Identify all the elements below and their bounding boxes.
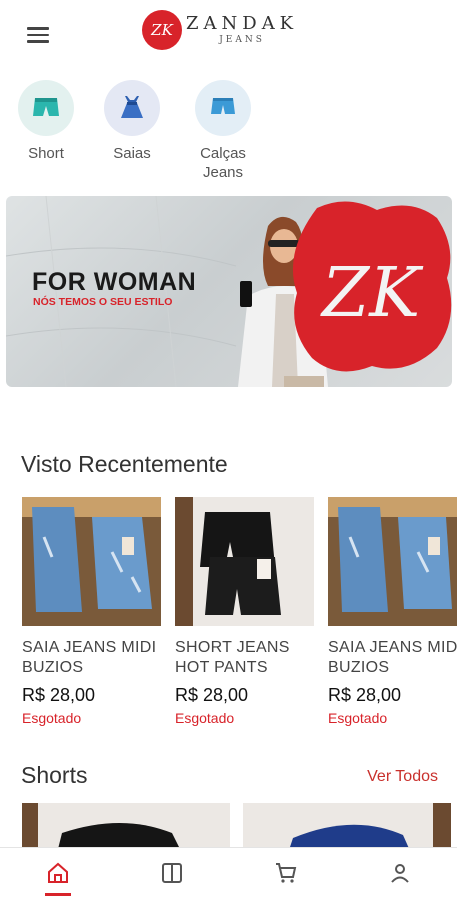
product-image[interactable] (243, 803, 451, 853)
category-calcas-jeans[interactable]: Calças Jeans (183, 80, 263, 182)
logo-seal: ZK (144, 12, 180, 48)
product-card[interactable]: SAIA JEANS MIDI BUZIOS R$ 28,00 Esgotado (22, 497, 161, 726)
app-header: ZK ZANDAK JEANS (0, 0, 457, 68)
home-icon[interactable] (43, 858, 73, 888)
category-saias[interactable]: Saias (92, 80, 172, 163)
banner-title: FOR WOMAN (32, 268, 197, 296)
zk-brand-mark: ZK (292, 201, 452, 372)
category-label: Saias (113, 145, 151, 162)
stock-status: Esgotado (328, 710, 388, 726)
shorts-icon (18, 80, 74, 136)
promo-banner[interactable]: FOR WOMAN NÓS TEMOS O SEU ESTILO ZK (6, 196, 452, 387)
see-all-link[interactable]: Ver Todos (367, 768, 438, 786)
product-image (175, 497, 314, 626)
active-tab-indicator (45, 893, 71, 896)
banner-subtitle: NÓS TEMOS O SEU ESTILO (33, 296, 173, 308)
product-price: R$ 28,00 (22, 685, 96, 705)
skirt-icon (104, 80, 160, 136)
product-name: SAIA JEANS MIDI BUZIOS (328, 639, 457, 676)
product-name: SHORT JEANS HOT PANTS (175, 639, 290, 676)
category-label: Short (28, 145, 64, 162)
stock-status: Esgotado (175, 710, 235, 726)
product-image (328, 497, 457, 626)
section-title-recent: Visto Recentemente (21, 451, 228, 477)
logo-subtitle: JEANS (219, 35, 265, 45)
logo-name: ZANDAK (186, 13, 299, 34)
profile-icon[interactable] (385, 858, 415, 888)
product-card[interactable]: SHORT JEANS HOT PANTS R$ 28,00 Esgotado (175, 497, 314, 726)
category-short[interactable]: Short (6, 80, 86, 163)
hamburger-menu-icon[interactable] (27, 27, 49, 43)
category-row: Short Saias Calças Jeans (0, 80, 457, 190)
product-card[interactable]: SAIA JEANS MIDI BUZIOS R$ 28,00 Esgotado (328, 497, 457, 726)
category-label: Calças Jeans (200, 145, 246, 181)
product-image[interactable] (22, 803, 230, 853)
product-price: R$ 28,00 (175, 685, 249, 705)
cart-icon[interactable] (271, 858, 301, 888)
banner-mark: ZK (320, 254, 424, 333)
catalog-icon[interactable] (157, 858, 187, 888)
product-image (22, 497, 161, 626)
product-name: SAIA JEANS MIDI BUZIOS (22, 639, 157, 676)
product-price: R$ 28,00 (328, 685, 402, 705)
jeans-icon (195, 80, 251, 136)
bottom-navigation (0, 847, 457, 900)
brand-logo[interactable]: ZK ZANDAK JEANS (144, 12, 298, 48)
section-title-shorts: Shorts (21, 762, 88, 788)
stock-status: Esgotado (22, 710, 82, 726)
